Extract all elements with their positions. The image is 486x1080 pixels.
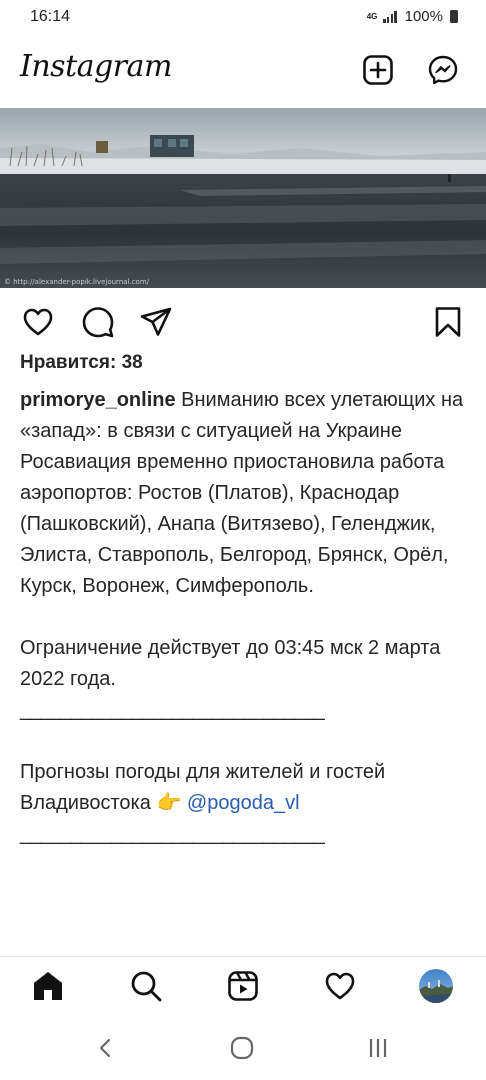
system-recents-button[interactable] [360, 1030, 396, 1066]
image-watermark: © http://alexander-popik.livejournal.com… [4, 278, 150, 286]
messenger-button[interactable] [425, 52, 461, 88]
back-icon [99, 1038, 111, 1058]
restriction-text: Ограничение действует до 03:45 мск 2 мар… [20, 637, 441, 690]
activity-icon [325, 972, 355, 1000]
comment-button[interactable] [80, 304, 116, 340]
save-button[interactable] [430, 304, 466, 340]
signal-icon [383, 10, 397, 23]
profile-avatar [419, 969, 453, 1003]
system-home-button[interactable] [224, 1030, 260, 1066]
status-indicators: 4G 100% [367, 8, 458, 25]
mention-link[interactable]: @pogoda_vl [187, 792, 300, 814]
nav-profile[interactable] [418, 968, 454, 1004]
pointing-emoji: 👉 [156, 792, 182, 814]
likes-count[interactable]: Нравится: 38 [20, 352, 143, 374]
comment-icon [82, 307, 114, 338]
post-image[interactable]: © http://alexander-popik.livejournal.com… [0, 108, 486, 288]
system-navigation-bar [0, 1017, 486, 1080]
home-icon [34, 972, 62, 1000]
nav-activity[interactable] [322, 968, 358, 1004]
network-type: 4G [366, 11, 378, 21]
caption-text: Вниманию всех улетающих на «запад»: в св… [20, 389, 464, 597]
like-button[interactable] [20, 304, 56, 340]
status-bar: 16:14 4G 100% [0, 0, 486, 34]
search-icon [131, 971, 162, 1002]
post-caption: primorye_online Вниманию всех улетающих … [20, 385, 472, 850]
share-icon [140, 307, 172, 336]
divider-line: ______________________________ [20, 699, 325, 721]
home-circle-icon [230, 1036, 254, 1060]
divider-line: ______________________________ [20, 823, 325, 845]
new-post-button[interactable] [360, 52, 396, 88]
system-back-button[interactable] [88, 1030, 124, 1066]
status-time: 16:14 [30, 8, 71, 25]
nav-search[interactable] [128, 968, 164, 1004]
nav-home[interactable] [30, 968, 66, 1004]
share-button[interactable] [138, 304, 174, 340]
nav-reels[interactable] [225, 968, 261, 1004]
heart-icon [23, 308, 53, 336]
recents-icon [369, 1039, 387, 1057]
bookmark-icon [435, 307, 461, 337]
battery-icon [450, 10, 458, 23]
battery-percent: 100% [404, 8, 443, 25]
new-post-icon [363, 55, 393, 85]
post-actions [0, 300, 486, 344]
caption-paragraph: primorye_online Вниманию всех улетающих … [20, 385, 472, 602]
reels-icon [228, 971, 258, 1001]
app-logo[interactable]: Instagram [20, 49, 172, 84]
app-header: Instagram [0, 34, 486, 108]
airfield-photo: © http://alexander-popik.livejournal.com… [0, 108, 486, 288]
bottom-navigation [0, 956, 486, 1017]
forecast-paragraph: Прогнозы погоды для жителей и гостей Вла… [20, 757, 472, 819]
post-username[interactable]: primorye_online [20, 389, 176, 411]
messenger-icon [428, 55, 458, 85]
